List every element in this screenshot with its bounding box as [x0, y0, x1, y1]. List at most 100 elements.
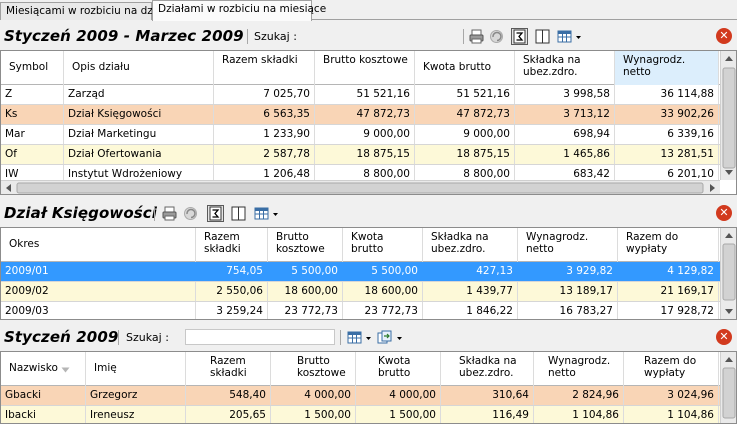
cell-opis: Zarząd — [64, 85, 214, 104]
column-header-wynagrodz-netto[interactable]: Wynagrodz. netto — [615, 51, 719, 85]
column-header-skladka-zdro[interactable]: Składka na ubez.zdro. — [441, 352, 534, 386]
section3-title: Styczeń 2009 — [4, 328, 119, 346]
column-header-wynagrodz-netto[interactable]: Wynagrodz. netto — [534, 352, 624, 386]
cell-razem: 3 259,24 — [196, 302, 268, 319]
table-row[interactable]: 2009/03 3 259,24 23 772,73 23 772,73 1 8… — [1, 302, 720, 319]
table-row[interactable]: Z Zarząd 7 025,70 51 521,16 51 521,16 3 … — [1, 85, 720, 105]
printer-icon[interactable] — [161, 205, 178, 222]
section1-header: Styczeń 2009 - Marzec 2009 Szukaj : ✕ — [0, 24, 737, 48]
grid-options-icon[interactable] — [346, 329, 363, 346]
column-header-skladka-zdro[interactable]: Składka na ubez.zdro. — [515, 51, 615, 85]
cell-brutto-koszt: 5 500,00 — [268, 262, 343, 281]
column-header-imie[interactable]: Imię — [86, 352, 186, 386]
column-header-razem-do-wyplaty[interactable]: Razem do wypłaty — [624, 352, 719, 386]
section3-search-input[interactable] — [185, 329, 335, 345]
grid-options-icon[interactable] — [556, 28, 573, 45]
cell-symbol: Of — [1, 145, 64, 164]
cell-symbol: Mar — [1, 125, 64, 144]
cell-brutto-koszt: 18 600,00 — [268, 282, 343, 301]
section1-grid-header: Symbol Opis działu Razem składki Brutto … — [1, 51, 720, 85]
cell-imie: Ireneusz — [86, 406, 186, 423]
tab-by-department[interactable]: Działami w rozbiciu na miesiące — [152, 0, 326, 21]
vertical-scrollbar[interactable] — [720, 352, 736, 423]
separator — [463, 29, 464, 44]
column-header-okres[interactable]: Okres — [1, 228, 196, 262]
column-header-razem-skladki[interactable]: Razem składki — [196, 228, 268, 262]
cell-kwota: 18 875,15 — [415, 145, 515, 164]
cell-brutto-koszt: 4 000,00 — [271, 386, 356, 405]
separator — [154, 206, 155, 221]
column-header-brutto-kosztowe[interactable]: Brutto kosztowe — [315, 51, 415, 85]
cell-netto: 13 189,17 — [518, 282, 618, 301]
section3-header: Styczeń 2009 Szukaj : ✕ — [0, 325, 737, 349]
table-row[interactable]: Gbacki Grzegorz 548,40 4 000,00 4 000,00… — [1, 386, 720, 406]
refresh-icon[interactable] — [488, 28, 505, 45]
cell-netto: 33 902,26 — [615, 105, 719, 124]
column-header-kwota-brutto[interactable]: Kwota brutto — [343, 228, 423, 262]
section3-grid: Nazwisko Imię Razem składki Brutto koszt… — [0, 351, 737, 424]
cell-netto: 2 824,96 — [534, 386, 624, 405]
chevron-down-icon[interactable] — [271, 205, 280, 222]
cell-zdro: 3 998,58 — [515, 85, 615, 104]
table-row[interactable]: Ibacki Ireneusz 205,65 1 500,00 1 500,00… — [1, 406, 720, 423]
cell-kwota: 5 500,00 — [343, 262, 423, 281]
close-icon[interactable]: ✕ — [716, 329, 732, 345]
chevron-down-icon[interactable] — [364, 329, 373, 346]
column-header-symbol[interactable]: Symbol — [1, 51, 64, 85]
chevron-down-icon[interactable] — [395, 329, 404, 346]
column-header-brutto-kosztowe[interactable]: Brutto kosztowe — [271, 352, 356, 386]
column-header-razem-skladki[interactable]: Razem składki — [186, 352, 271, 386]
cell-okres: 2009/01 — [1, 262, 196, 281]
cell-netto: 3 929,82 — [518, 262, 618, 281]
printer-icon[interactable] — [468, 28, 485, 45]
table-row[interactable]: Mar Dział Marketingu 1 233,90 9 000,00 9… — [1, 125, 720, 145]
cell-netto: 1 104,86 — [534, 406, 624, 423]
cell-zdro: 1 846,22 — [423, 302, 518, 319]
cell-imie: Grzegorz — [86, 386, 186, 405]
cell-razem: 7 025,70 — [214, 85, 315, 104]
cell-zdro: 1 465,86 — [515, 145, 615, 164]
column-header-nazwisko[interactable]: Nazwisko — [1, 352, 86, 386]
cell-opis: Dział Ofertowania — [64, 145, 214, 164]
refresh-icon[interactable] — [182, 205, 199, 222]
column-header-wynagrodz-netto[interactable]: Wynagrodz. netto — [518, 228, 618, 262]
vertical-scrollbar[interactable] — [720, 228, 736, 319]
cell-okres: 2009/03 — [1, 302, 196, 319]
cell-netto: 6 339,16 — [615, 125, 719, 144]
cell-okres: 2009/02 — [1, 282, 196, 301]
column-header-razem-do-wyplaty[interactable]: Razem do wypłaty — [618, 228, 719, 262]
column-header-kwota-brutto[interactable]: Kwota brutto — [356, 352, 441, 386]
cell-brutto-koszt: 9 000,00 — [315, 125, 415, 144]
cell-zdro: 698,94 — [515, 125, 615, 144]
cell-brutto-koszt: 51 521,16 — [315, 85, 415, 104]
cell-zdro: 116,49 — [441, 406, 534, 423]
chevron-down-icon[interactable] — [574, 28, 583, 45]
grid-options-icon[interactable] — [253, 205, 270, 222]
tab-by-month[interactable]: Miesiącami w rozbiciu na działy — [0, 2, 171, 20]
summary-icon[interactable] — [511, 28, 528, 45]
table-row-selected[interactable]: 2009/01 754,05 5 500,00 5 500,00 427,13 … — [1, 262, 720, 282]
section2-grid: Okres Razem składki Brutto kosztowe Kwot… — [0, 227, 737, 320]
section1-grid: Symbol Opis działu Razem składki Brutto … — [0, 50, 737, 195]
horizontal-scrollbar[interactable] — [1, 180, 720, 194]
table-row[interactable]: Ks Dział Księgowości 6 563,35 47 872,73 … — [1, 105, 720, 125]
export-icon[interactable] — [376, 329, 393, 346]
cell-netto: 16 783,27 — [518, 302, 618, 319]
column-header-razem-skladki[interactable]: Razem składki — [214, 51, 315, 85]
close-icon[interactable]: ✕ — [716, 28, 732, 44]
columns-icon[interactable] — [230, 205, 247, 222]
column-header-kwota-brutto[interactable]: Kwota brutto — [415, 51, 515, 85]
cell-razem: 2 587,78 — [214, 145, 315, 164]
column-header-brutto-kosztowe[interactable]: Brutto kosztowe — [268, 228, 343, 262]
cell-netto: 36 114,88 — [615, 85, 719, 104]
table-row[interactable]: Of Dział Ofertowania 2 587,78 18 875,15 … — [1, 145, 720, 165]
summary-icon[interactable] — [207, 205, 224, 222]
table-row[interactable]: 2009/02 2 550,06 18 600,00 18 600,00 1 4… — [1, 282, 720, 302]
columns-icon[interactable] — [534, 28, 551, 45]
vertical-scrollbar[interactable] — [720, 51, 736, 180]
column-header-skladka-zdro[interactable]: Składka na ubez.zdro. — [423, 228, 518, 262]
column-header-opis[interactable]: Opis działu — [64, 51, 214, 85]
column-header-nazwisko-label: Nazwisko — [9, 362, 58, 374]
cell-razem: 548,40 — [186, 386, 271, 405]
close-icon[interactable]: ✕ — [716, 205, 732, 221]
